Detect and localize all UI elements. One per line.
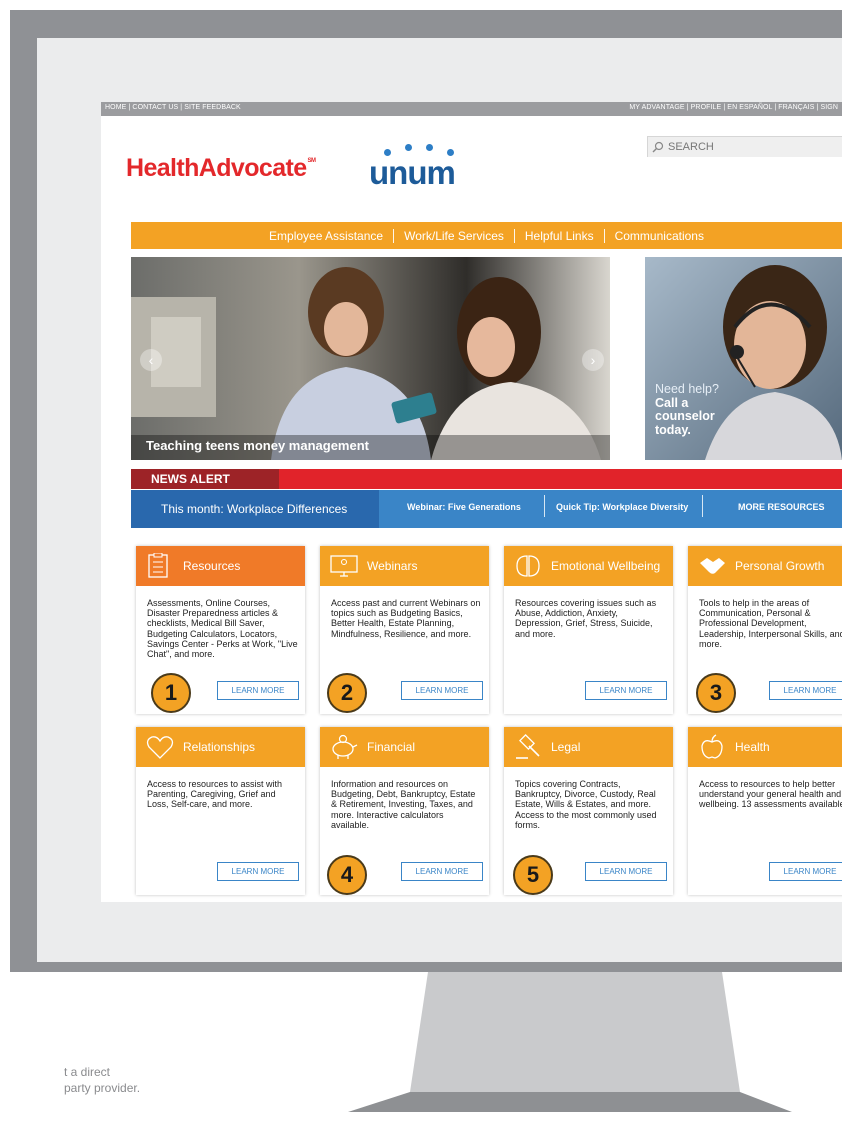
learn-more-button[interactable]: LEARN MORE <box>585 862 667 881</box>
unum-logo-dot <box>405 144 412 151</box>
quick-tip-link[interactable]: Quick Tip: Workplace Diversity <box>556 502 688 512</box>
website: HOME | CONTACT US | SITE FEEDBACK MY ADV… <box>101 102 842 902</box>
search-placeholder: SEARCH <box>668 141 714 153</box>
nav-divider <box>393 228 395 243</box>
webinar-link[interactable]: Webinar: Five Generations <box>407 502 521 512</box>
card-header: Health <box>688 727 842 767</box>
learn-more-button[interactable]: LEARN MORE <box>217 681 299 700</box>
nav-item-communications[interactable]: Communications <box>615 229 704 243</box>
card-title: Financial <box>367 740 416 754</box>
month-topic[interactable]: This month: Workplace Differences <box>131 490 379 528</box>
card-emotional-wellbeing: Emotional Wellbeing Resources covering i… <box>504 546 673 714</box>
nav-item-work-life-services[interactable]: Work/Life Services <box>404 229 504 243</box>
counselor-line3: today. <box>655 422 691 437</box>
carousel-prev-button[interactable]: ‹ <box>140 349 162 371</box>
hero-carousel[interactable]: ‹ <box>131 257 610 460</box>
carousel-next-button[interactable]: › <box>582 349 604 371</box>
search-icon <box>652 141 664 153</box>
utility-bar: HOME | CONTACT US | SITE FEEDBACK MY ADV… <box>101 102 842 116</box>
unum-logo-text: unum <box>369 154 456 191</box>
footer-caption-line2: party provider. <box>64 1081 141 1095</box>
card-description: Information and resources on Budgeting, … <box>331 779 476 830</box>
card-header: Personal Growth <box>688 546 842 586</box>
card-title: Health <box>735 740 770 754</box>
card-header: Legal <box>504 727 673 767</box>
hero-caption: Teaching teens money management <box>146 438 369 453</box>
nav-divider <box>513 228 515 243</box>
card-description: Access to resources to help better under… <box>699 779 842 810</box>
healthadvocate-logo[interactable]: HealthAdvocateSM <box>126 154 316 183</box>
nav-divider <box>603 228 605 243</box>
news-alert-text: NEWS ALERT <box>151 472 230 486</box>
utility-links-right[interactable]: MY ADVANTAGE | PROFILE | EN ESPAÑOL | FR… <box>629 104 838 111</box>
callout-number: 1 <box>151 673 191 713</box>
card-relationships: Relationships Access to resources to ass… <box>136 727 305 895</box>
apple-icon <box>701 734 723 759</box>
counselor-line2: counselor <box>655 409 715 423</box>
card-title: Legal <box>551 740 581 754</box>
footer-caption-line1: t a direct <box>64 1065 111 1079</box>
piggy-bank-icon <box>332 734 358 759</box>
more-resources-link[interactable]: MORE RESOURCES <box>738 502 825 512</box>
footer-caption: t a direct party provider. <box>0 1064 200 1096</box>
callout-number: 2 <box>327 673 367 713</box>
utility-links-left[interactable]: HOME | CONTACT US | SITE FEEDBACK <box>105 104 241 111</box>
nav-item-employee-assistance[interactable]: Employee Assistance <box>269 229 383 243</box>
card-description: Tools to help in the areas of Communicat… <box>699 598 842 649</box>
callout-number: 4 <box>327 855 367 895</box>
learn-more-button[interactable]: LEARN MORE <box>769 681 842 700</box>
learn-more-button[interactable]: LEARN MORE <box>769 862 842 881</box>
card-header: Emotional Wellbeing <box>504 546 673 586</box>
healthadvocate-logo-text: HealthAdvocate <box>126 154 307 182</box>
learn-more-button[interactable]: LEARN MORE <box>217 862 299 881</box>
month-topic-text: This month: Workplace Differences <box>161 502 348 516</box>
counselor-promo-text: Need help? Call a counselor today. <box>655 382 719 437</box>
handshake-icon <box>700 558 725 574</box>
card-description: Assessments, Online Courses, Disaster Pr… <box>147 598 298 660</box>
counselor-question: Need help? <box>655 382 719 396</box>
card-description: Access past and current Webinars on topi… <box>331 598 481 639</box>
link-divider <box>544 495 545 517</box>
unum-logo-dot <box>384 149 391 156</box>
card-title: Emotional Wellbeing <box>551 559 661 573</box>
card-title: Resources <box>183 559 241 573</box>
card-description: Access to resources to assist with Paren… <box>147 779 283 810</box>
unum-logo[interactable]: unum <box>369 144 509 194</box>
card-title: Relationships <box>183 740 256 754</box>
service-mark: SM <box>307 158 316 164</box>
callout-number: 5 <box>513 855 553 895</box>
brain-icon <box>516 555 540 577</box>
news-alert-label: NEWS ALERT <box>131 469 279 489</box>
unum-logo-dot <box>426 144 433 151</box>
learn-more-button[interactable]: LEARN MORE <box>401 862 483 881</box>
hero-photo <box>131 257 610 460</box>
search-input[interactable]: SEARCH <box>647 136 842 157</box>
card-header: Relationships <box>136 727 305 767</box>
card-header: Webinars <box>320 546 489 586</box>
learn-more-button[interactable]: LEARN MORE <box>585 681 667 700</box>
counselor-line1: Call a <box>655 395 689 410</box>
card-description: Resources covering issues such as Abuse,… <box>515 598 657 639</box>
monitor-icon <box>330 555 358 577</box>
card-title: Webinars <box>367 559 418 573</box>
learn-more-button[interactable]: LEARN MORE <box>401 681 483 700</box>
card-health: Health Access to resources to help bette… <box>688 727 842 895</box>
gavel-icon <box>516 734 540 759</box>
unum-logo-dot <box>447 149 454 156</box>
card-title: Personal Growth <box>735 559 825 573</box>
card-header: Financial <box>320 727 489 767</box>
callout-number: 3 <box>696 673 736 713</box>
card-header: Resources <box>136 546 305 586</box>
heart-icon <box>146 736 174 759</box>
card-description: Topics covering Contracts, Bankruptcy, D… <box>515 779 657 830</box>
nav-item-helpful-links[interactable]: Helpful Links <box>525 229 594 243</box>
link-divider <box>702 495 703 517</box>
main-nav: Employee Assistance Work/Life Services H… <box>131 222 842 249</box>
checklist-icon <box>148 553 168 578</box>
monitor-screen: HOME | CONTACT US | SITE FEEDBACK MY ADV… <box>37 38 842 962</box>
